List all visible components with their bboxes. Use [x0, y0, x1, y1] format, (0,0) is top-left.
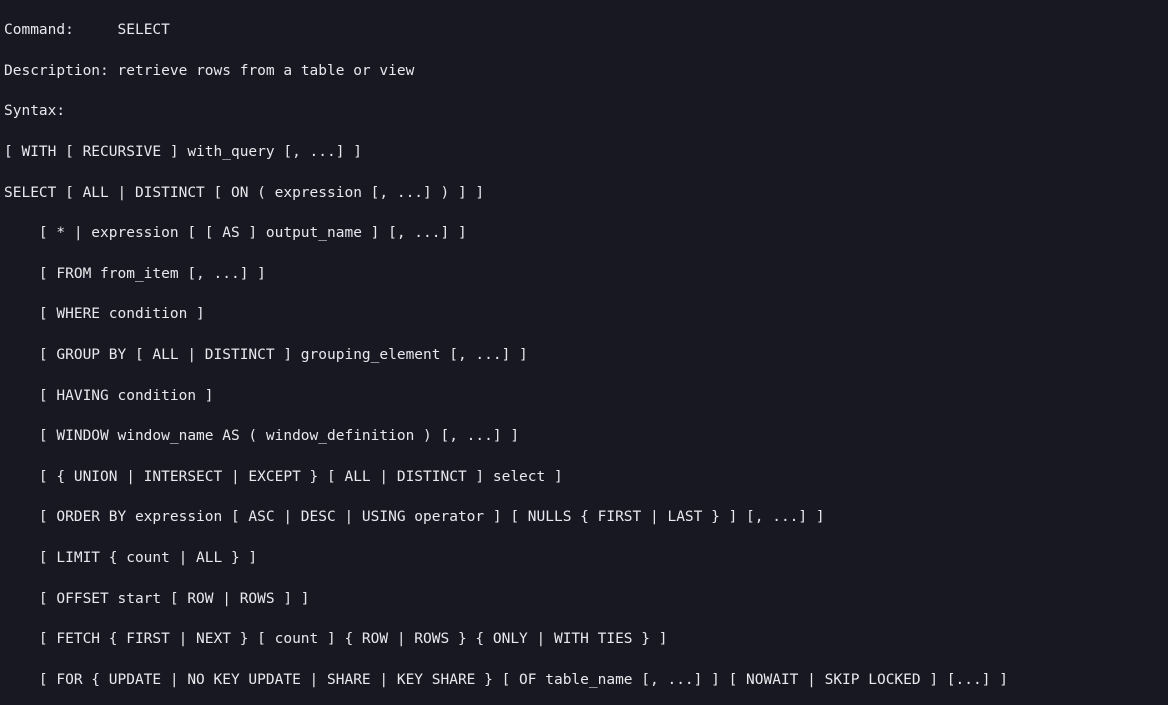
command-label: Command: — [4, 22, 118, 38]
help-description-line: Description: retrieve rows from a table … — [4, 61, 1164, 81]
command-value: SELECT — [118, 22, 170, 38]
syntax-line: [ * | expression [ [ AS ] output_name ] … — [4, 223, 1164, 243]
terminal-output: Command: SELECT Description: retrieve ro… — [0, 0, 1168, 705]
syntax-line: [ HAVING condition ] — [4, 386, 1164, 406]
syntax-line: [ { UNION | INTERSECT | EXCEPT } [ ALL |… — [4, 467, 1164, 487]
syntax-line: [ WHERE condition ] — [4, 304, 1164, 324]
syntax-line: [ OFFSET start [ ROW | ROWS ] ] — [4, 589, 1164, 609]
syntax-line: [ LIMIT { count | ALL } ] — [4, 548, 1164, 568]
help-syntax-label: Syntax: — [4, 101, 1164, 121]
description-label: Description: — [4, 63, 118, 79]
syntax-line: [ FROM from_item [, ...] ] — [4, 264, 1164, 284]
syntax-line: [ WINDOW window_name AS ( window_definit… — [4, 426, 1164, 446]
description-value: retrieve rows from a table or view — [118, 63, 415, 79]
syntax-line: [ WITH [ RECURSIVE ] with_query [, ...] … — [4, 142, 1164, 162]
syntax-line: [ GROUP BY [ ALL | DISTINCT ] grouping_e… — [4, 345, 1164, 365]
syntax-line: [ FOR { UPDATE | NO KEY UPDATE | SHARE |… — [4, 670, 1164, 690]
syntax-line: SELECT [ ALL | DISTINCT [ ON ( expressio… — [4, 183, 1164, 203]
syntax-line: [ FETCH { FIRST | NEXT } [ count ] { ROW… — [4, 629, 1164, 649]
help-command-line: Command: SELECT — [4, 20, 1164, 40]
syntax-line: [ ORDER BY expression [ ASC | DESC | USI… — [4, 507, 1164, 527]
